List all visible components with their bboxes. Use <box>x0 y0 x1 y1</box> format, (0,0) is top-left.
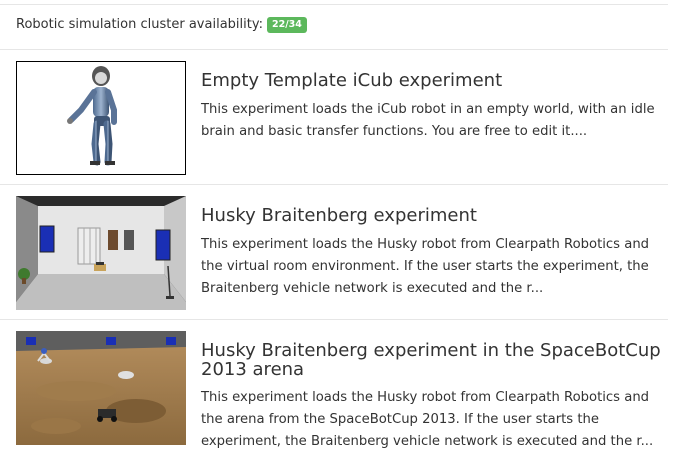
experiment-description: This experiment loads the Husky robot fr… <box>201 390 654 449</box>
availability-label: Robotic simulation cluster availability: <box>16 17 263 32</box>
cluster-availability: Robotic simulation cluster availability:… <box>16 16 307 33</box>
spacebotcup-arena-thumbnail[interactable] <box>16 331 186 445</box>
availability-badge: 22/34 <box>266 17 307 33</box>
experiment-title[interactable]: Empty Template iCub experiment <box>201 71 666 90</box>
experiment-description: This experiment loads the Husky robot fr… <box>201 237 650 296</box>
experiment-description: This experiment loads the iCub robot in … <box>201 102 655 139</box>
experiment-item[interactable]: Husky Braitenberg experiment in the Spac… <box>0 319 668 454</box>
icub-robot-thumbnail[interactable] <box>16 61 186 175</box>
experiment-list-page: Robotic simulation cluster availability:… <box>0 0 678 454</box>
experiment-title[interactable]: Husky Braitenberg experiment in the Spac… <box>201 341 666 379</box>
experiment-title[interactable]: Husky Braitenberg experiment <box>201 206 666 225</box>
divider <box>0 4 668 5</box>
experiment-item[interactable]: Empty Template iCub experiment This expe… <box>0 49 668 184</box>
experiment-item[interactable]: Husky Braitenberg experiment This experi… <box>0 184 668 319</box>
virtual-room-thumbnail[interactable] <box>16 196 186 310</box>
